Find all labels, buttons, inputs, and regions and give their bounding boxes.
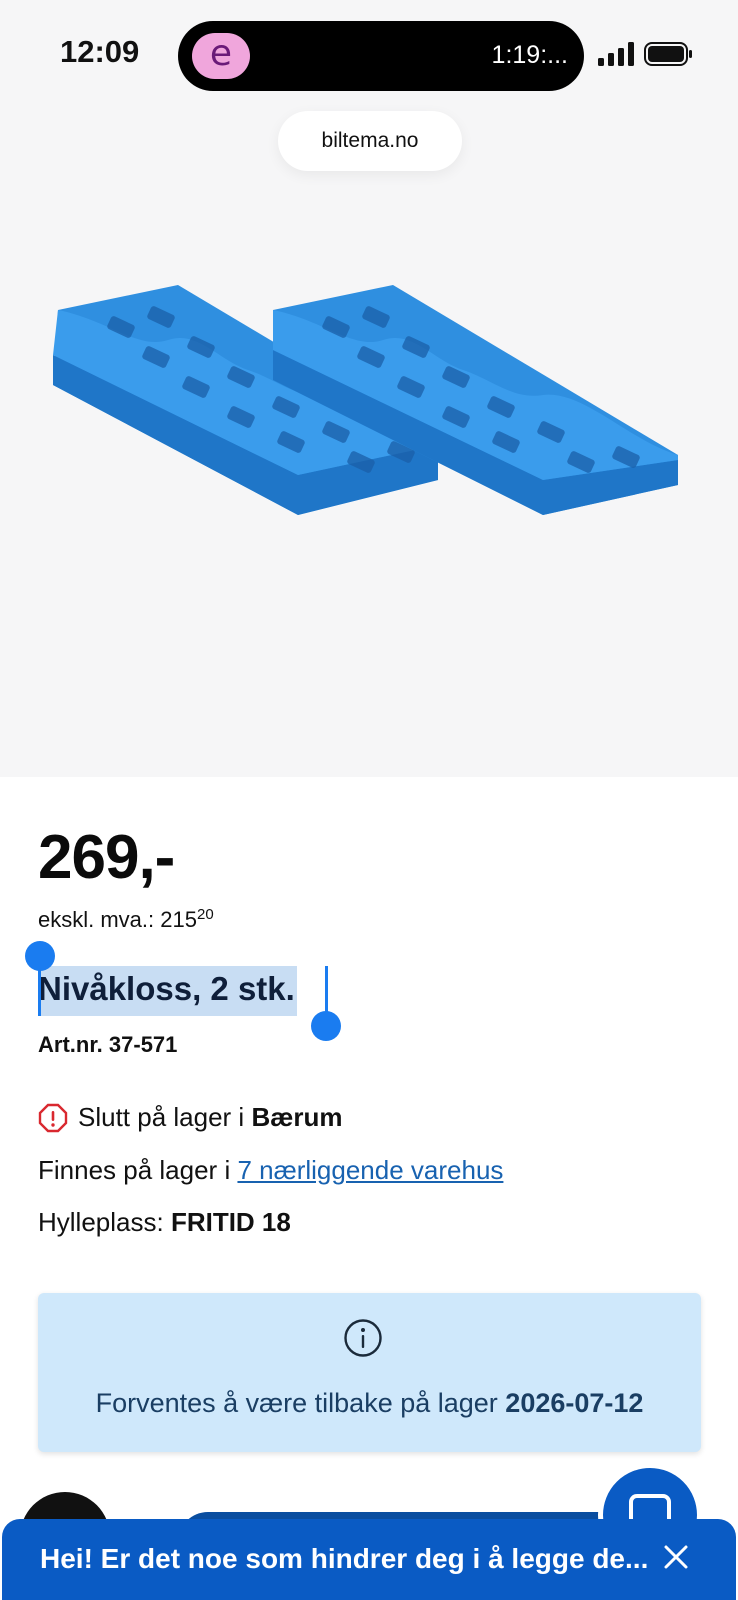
selection-handle-start[interactable] [25,941,55,971]
signal-icon [598,42,634,66]
info-icon [344,1319,382,1357]
wheel-ramp-image [53,285,678,515]
dynamic-island[interactable]: e 1:19:... [178,21,584,91]
price-ex-vat: ekskl. mva.: 21520 [38,906,214,932]
restock-text: Forventes å være tilbake på lager 2026-0… [95,1388,644,1418]
article-number: Art.nr. 37-571 [38,1032,178,1057]
selection-caret-start [38,966,41,1016]
nearby-stock: Finnes på lager i 7 nærliggende varehus [38,1155,504,1185]
app-icon: e [192,33,250,79]
restock-info-box: Forventes å være tilbake på lager 2026-0… [38,1293,701,1452]
shelf-location: Hylleplass: FRITID 18 [38,1207,291,1237]
stock-status: Slutt på lager i Bærum [38,1102,342,1133]
nearby-stores-link[interactable]: 7 nærliggende varehus [237,1155,503,1185]
battery-icon [644,42,692,66]
selection-caret-end [325,966,328,1016]
close-icon[interactable] [662,1543,690,1571]
product-title[interactable]: Nivåkloss, 2 stk. [38,970,295,1008]
product-image-area: 12:09 e 1:19:... biltema.no [0,0,738,777]
selection-handle-end[interactable] [311,1011,341,1041]
url-pill[interactable]: biltema.no [278,111,462,171]
status-time: 12:09 [60,34,140,69]
product-price: 269,- [38,823,175,892]
chat-banner-text: Hei! Er det noe som hindrer deg i å legg… [40,1543,649,1574]
island-timer: 1:19:... [491,41,568,69]
title-selection: Nivåkloss, 2 stk. [38,966,297,1016]
warning-icon [38,1103,68,1132]
chat-banner[interactable]: Hei! Er det noe som hindrer deg i å legg… [2,1519,736,1600]
